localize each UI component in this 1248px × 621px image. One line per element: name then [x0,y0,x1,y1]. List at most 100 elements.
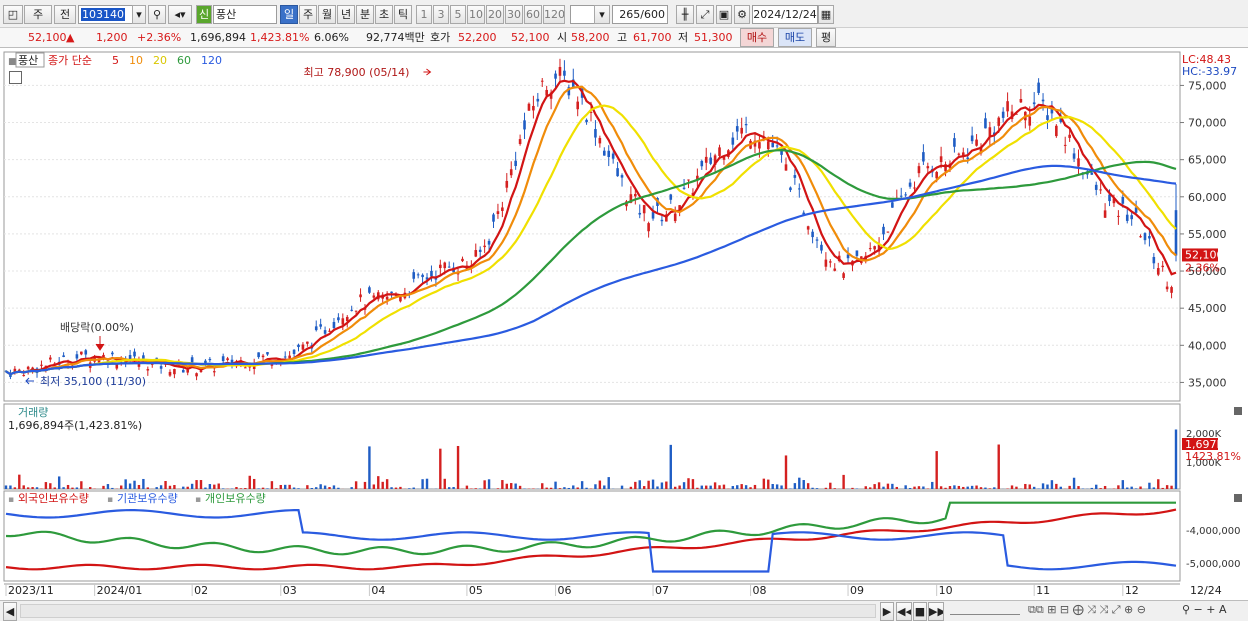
period-tab-3[interactable]: 년 [337,5,355,24]
save-icon[interactable]: ▣ [716,5,732,24]
period-tab-4[interactable]: 분 [356,5,374,24]
volume-bar [749,487,752,489]
x-axis-label: 10 [939,584,953,597]
period-tab-5[interactable]: 초 [375,5,393,24]
sound-icon[interactable]: ◂▾ [168,5,192,24]
tick-option-120[interactable]: 120 [543,5,565,24]
volume-value: 1,696,894 [190,31,246,44]
period-tab-0[interactable]: 일 [280,5,298,24]
calendar-icon[interactable]: ▦ [818,5,834,24]
zoom-controls[interactable]: ⚲ − + A [1182,600,1227,620]
volume-bar [465,485,469,489]
scroll-right-button[interactable]: ▶ [880,602,894,621]
volume-bar [651,479,655,489]
volume-bar [182,486,185,489]
volume-bar [700,485,703,489]
candle-icon[interactable]: ╫ [676,5,694,24]
candle-body [1001,111,1005,118]
candle-body [1174,210,1178,256]
volume-bar [439,448,442,489]
volume-close-icon [1234,407,1242,415]
scroll-left-button[interactable]: ◀ [3,602,17,621]
buy-button[interactable]: 매수 [740,28,774,47]
volume-bar [1161,487,1164,489]
new-badge[interactable]: 신 [196,5,212,24]
tick-option-60[interactable]: 60 [524,5,542,24]
volume-bar [744,485,748,489]
chevron-down-icon[interactable]: ▾ [132,5,146,24]
volume-bar [4,485,8,489]
candle-body [970,135,974,142]
count-field[interactable]: 265/600 [612,5,668,24]
volume-bar [1117,485,1120,489]
candle-body [558,66,562,76]
candle-body [740,127,743,134]
volume-bar [718,485,721,489]
volume-bar [57,476,61,489]
tick-option-30[interactable]: 30 [505,5,523,24]
candle-body [1028,116,1032,126]
sell-button[interactable]: 매도 [778,28,812,47]
prev-button[interactable]: 전 [54,5,76,24]
chevron-down-icon[interactable]: ▾ [594,5,610,24]
zoom-slider[interactable] [950,607,1020,615]
tick-option-20[interactable]: 20 [486,5,504,24]
volume-bar [133,480,136,489]
high-value: 61,700 [633,31,672,44]
volume-bar [678,485,681,489]
volume-bar [44,482,48,489]
scrollbar-track[interactable] [20,604,876,618]
period-tab-2[interactable]: 월 [318,5,336,24]
candle-body [766,141,770,150]
window-menu-icon[interactable]: ◰ [3,5,23,24]
candle-body [487,240,491,245]
stock-chart[interactable]: 75,00070,00065,00060,00055,00050,00045,0… [0,48,1248,600]
gear-icon[interactable]: ⚙ [734,5,750,24]
candle-body [718,147,721,156]
eval-button[interactable]: 평 [816,28,836,47]
tick-option-3[interactable]: 3 [433,5,449,24]
volume-bar [62,487,65,489]
holdings-axis-label: -5,000,000 [1186,559,1241,570]
stop-icon[interactable]: ■ [913,602,927,621]
volume-bar [580,481,584,489]
candle-body [173,369,176,375]
search-icon[interactable]: ⚲ [148,5,166,24]
candle-body [221,356,225,362]
candle-body [323,330,327,334]
chart-settings-icon[interactable] [9,71,22,84]
tick-option-10[interactable]: 10 [467,5,485,24]
candle-body [1139,236,1142,238]
volume-bar [306,485,309,489]
candle-body [412,272,416,279]
count-value: 265 [619,8,641,21]
volume-bar [620,485,624,489]
bid2-value: 52,100 [511,31,550,44]
price-axis-label: 75,000 [1188,79,1227,92]
volume-bar [1028,484,1031,489]
tick-option-5[interactable]: 5 [450,5,466,24]
period-tab-6[interactable]: 틱 [394,5,412,24]
tool-icons[interactable]: ⧉⧉ ⊞ ⊟ ⨁ ⤨ ⤨ ⤢ ⊕ ⊖ [1028,600,1146,620]
date-field[interactable]: 2024/12/24 [752,5,818,24]
candle-body [855,250,859,256]
volume-bar [851,487,854,489]
candle-body [288,355,291,359]
volume-bar [284,484,287,489]
tick-option-1[interactable]: 1 [416,5,432,24]
candle-body [775,145,779,147]
period-tab-1[interactable]: 주 [299,5,317,24]
market-type-select[interactable]: 주 [24,5,52,24]
candle-body [509,169,513,176]
volume-bar [629,486,633,489]
candle-body [820,244,823,251]
zoom-icon[interactable]: ⤢ [696,5,714,24]
up-arrow-icon: ▲ [66,31,75,44]
rewind-icon[interactable]: ◀◀ [896,602,912,621]
forward-icon[interactable]: ▶▶ [928,602,944,621]
candle-body [532,105,535,111]
stock-name-field[interactable]: 풍산 [213,5,277,24]
candle-body [1019,98,1023,103]
volume-bar [811,487,814,489]
candle-body [421,274,424,278]
